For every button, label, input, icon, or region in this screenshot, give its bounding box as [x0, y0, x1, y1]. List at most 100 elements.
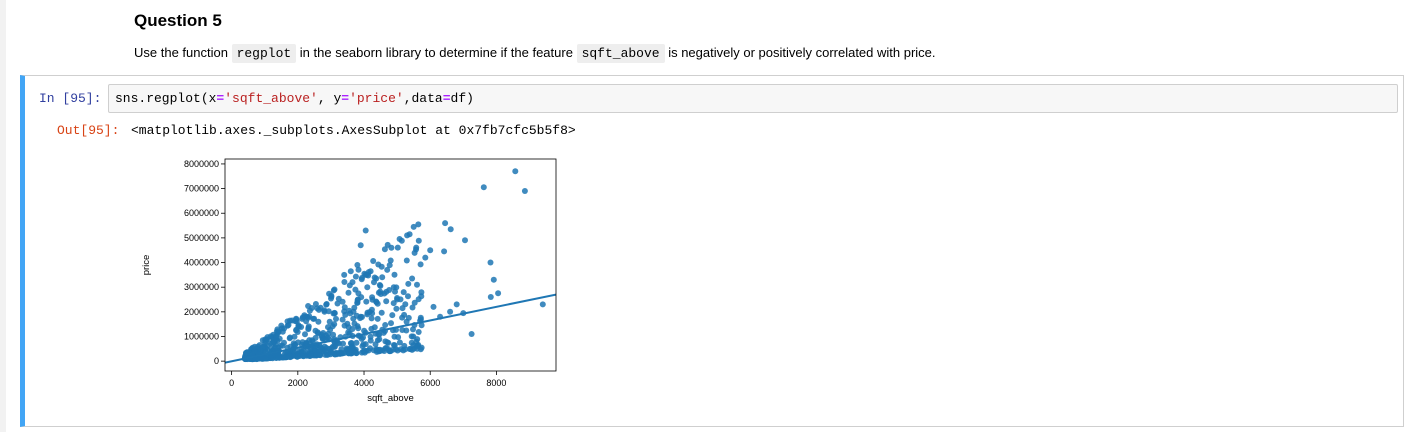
scatter-point: [487, 294, 494, 300]
inline-code-sqft-above: sqft_above: [576, 44, 665, 63]
scatter-point: [357, 242, 364, 249]
scatter-point: [402, 301, 409, 308]
scatter-point: [336, 350, 343, 357]
scatter-point: [307, 352, 314, 359]
scatter-point: [371, 279, 377, 286]
scatter-point: [468, 331, 475, 337]
scatter-point: [323, 301, 330, 308]
question-text-part: Use the function: [134, 45, 232, 60]
scatter-point: [410, 223, 417, 230]
scatter-point: [391, 271, 398, 278]
scatter-point: [360, 341, 367, 348]
scatter-point: [388, 320, 394, 327]
scatter-point: [330, 287, 337, 294]
scatter-point: [311, 315, 318, 322]
scatter-point: [405, 280, 412, 287]
y-tick-label: 3000000: [184, 282, 219, 292]
scatter-point: [379, 274, 386, 281]
question-text-part: in the seaborn library to determine if t…: [296, 45, 577, 60]
scatter-point: [321, 307, 328, 314]
scatter-point: [243, 349, 249, 356]
question-title: Question 5: [134, 11, 222, 30]
scatter-point: [414, 281, 420, 288]
scatter-point: [409, 304, 416, 311]
input-prompt: In [95]:: [39, 91, 102, 106]
scatter-point: [400, 289, 407, 296]
scatter-point: [362, 227, 369, 234]
scatter-point: [462, 237, 468, 244]
scatter-point: [495, 290, 502, 297]
x-tick-label: 0: [229, 378, 234, 388]
code-token: , y: [317, 91, 342, 106]
scatter-point: [415, 296, 422, 303]
y-tick-label: 1000000: [184, 331, 219, 341]
scatter-point: [341, 322, 348, 329]
scatter-point: [354, 262, 361, 268]
y-tick-label: 4000000: [184, 258, 219, 268]
code-token: sns.regplot(x: [115, 91, 217, 106]
scatter-point: [447, 226, 454, 233]
scatter-point: [480, 184, 487, 191]
scatter-point: [299, 314, 306, 321]
scatter-point: [374, 315, 381, 322]
scatter-point: [396, 236, 403, 242]
scatter-point: [413, 343, 420, 350]
scatter-point: [417, 261, 424, 268]
scatter-point: [393, 305, 400, 312]
scatter-point: [383, 288, 390, 295]
scatter-point: [341, 271, 348, 278]
code-token: df): [450, 91, 474, 106]
scatter-point: [264, 334, 271, 341]
scatter-point: [279, 342, 286, 349]
scatter-point: [368, 315, 375, 322]
scatter-point: [361, 349, 368, 356]
scatter-point: [394, 244, 401, 251]
scatter-point: [381, 246, 388, 253]
y-tick-label: 2000000: [184, 307, 219, 317]
code-cell[interactable]: In [95]: sns.regplot(x='sqft_above', y='…: [20, 75, 1404, 427]
scatter-point: [305, 326, 312, 333]
scatter-point: [312, 301, 319, 307]
x-tick-label: 8000: [486, 378, 506, 388]
scatter-point: [387, 257, 394, 264]
scatter-point: [376, 336, 383, 343]
scatter-point: [345, 289, 352, 296]
scatter-point: [363, 298, 370, 305]
scatter-point: [354, 323, 361, 330]
scatter-point: [286, 353, 293, 360]
scatter-point: [353, 350, 360, 357]
scatter-point: [305, 303, 312, 309]
scatter-point: [490, 276, 497, 283]
scatter-point: [442, 220, 449, 227]
scatter-point: [430, 303, 437, 310]
code-string: 'price': [349, 91, 404, 106]
scatter-point: [415, 237, 422, 244]
scatter-point: [372, 341, 379, 348]
code-input-area[interactable]: sns.regplot(x='sqft_above', y='price',da…: [108, 84, 1398, 113]
x-axis-label: sqft_above: [367, 393, 413, 404]
scatter-point: [329, 323, 336, 330]
y-axis-label: price: [141, 255, 152, 276]
scatter-point: [275, 328, 282, 335]
scatter-point: [347, 268, 354, 275]
scatter-point: [427, 247, 434, 254]
scatter-point: [302, 331, 308, 338]
scatter-point: [315, 306, 322, 313]
code-string: 'sqft_above': [224, 91, 318, 106]
scatter-point: [383, 344, 390, 351]
scatter-point: [403, 257, 410, 264]
scatter-point: [369, 294, 376, 301]
scatter-point: [368, 325, 375, 332]
scatter-point: [333, 315, 339, 322]
notebook-gutter: [0, 0, 6, 432]
scatter-point: [341, 308, 348, 315]
code-line[interactable]: sns.regplot(x='sqft_above', y='price',da…: [115, 91, 474, 106]
scatter-point: [389, 312, 396, 319]
scatter-point: [404, 232, 411, 239]
scatter-point: [354, 297, 361, 304]
output-text: <matplotlib.axes._subplots.AxesSubplot a…: [131, 123, 576, 138]
scatter-point: [340, 340, 346, 347]
scatter-point: [382, 322, 389, 328]
scatter-point: [335, 295, 342, 302]
scatter-point: [418, 289, 425, 296]
